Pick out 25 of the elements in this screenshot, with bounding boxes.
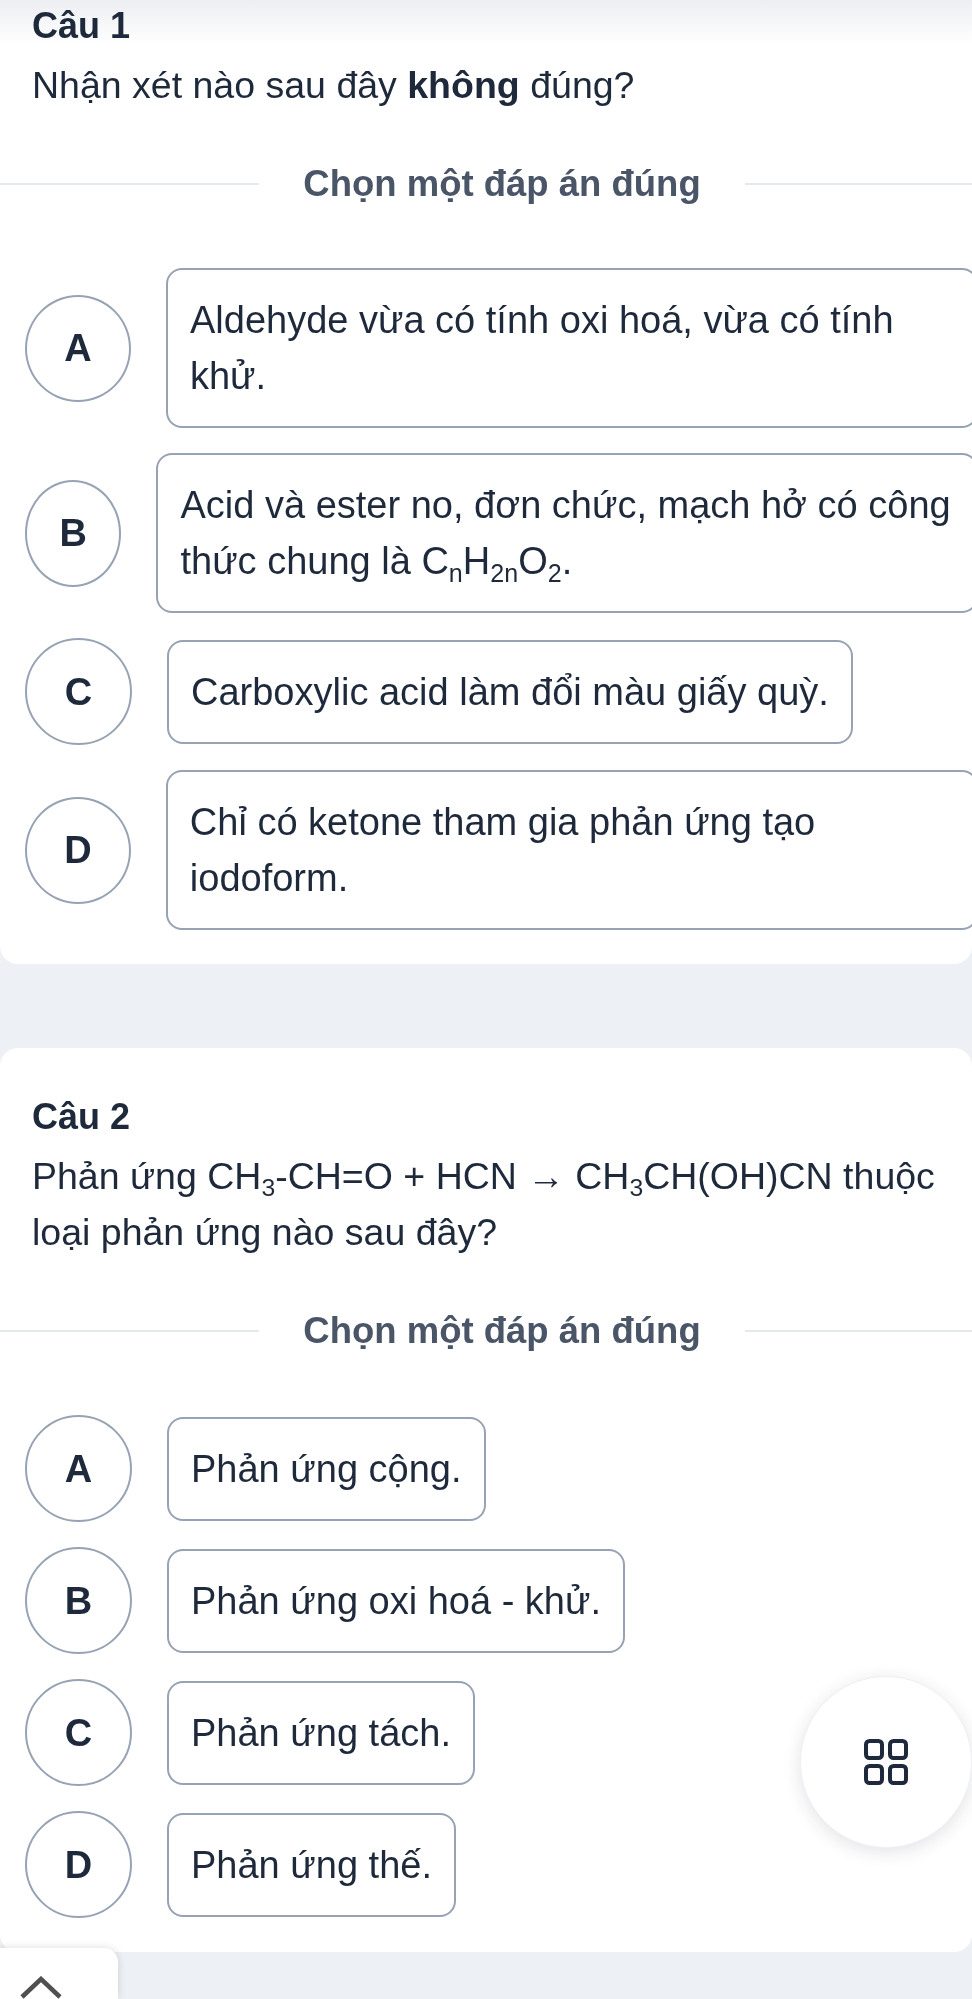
grid-icon xyxy=(864,1739,908,1785)
question-number: Câu 1 xyxy=(32,4,132,48)
answer-option[interactable]: Phản ứng tách. xyxy=(167,1680,475,1785)
option-letter-button[interactable]: D xyxy=(25,1811,132,1918)
option-letter-button[interactable]: A xyxy=(25,1415,132,1522)
instruction-label: Chọn một đáp án đúng xyxy=(302,162,702,206)
option-letter-button[interactable]: A xyxy=(25,294,131,402)
answer-option[interactable]: Chỉ có ketone tham gia phản ứng tạo iodoform. xyxy=(165,770,972,930)
answer-option[interactable]: Phản ứng thế. xyxy=(167,1812,456,1917)
instruction-label: Chọn một đáp án đúng xyxy=(302,1309,702,1353)
expand-panel-tab[interactable] xyxy=(0,1948,118,1999)
answer-option[interactable]: Aldehyde vừa có tính oxi hoá, vừa có tính khử. xyxy=(165,268,972,428)
question-text: Phản ứng CH$_{3}$-CH=O + HCN → CH$_{3}$CH(OH)CN thuộc loại phản ứng nào sau đây? xyxy=(32,1154,936,1255)
chevron-up-icon xyxy=(19,1976,63,1999)
answer-option[interactable]: Acid và ester no, đơn chức, mạch hở có công thức chung là C$_{n}$H$_{2n}$O$_{2}$. xyxy=(156,453,972,613)
answer-option[interactable]: Phản ứng cộng. xyxy=(167,1416,486,1521)
option-letter-button[interactable]: D xyxy=(25,796,131,904)
option-letter-button[interactable]: B xyxy=(25,479,122,587)
option-letter-button[interactable]: C xyxy=(25,638,132,745)
option-letter-button[interactable]: C xyxy=(25,1679,132,1786)
question-text: Nhận xét nào sau đây không đúng? xyxy=(32,63,636,108)
option-letter-button[interactable]: B xyxy=(25,1547,132,1654)
answer-option[interactable]: Phản ứng oxi hoá - khử. xyxy=(167,1548,625,1653)
answer-option[interactable]: Carboxylic acid làm đổi màu giấy quỳ. xyxy=(167,639,853,744)
question-number: Câu 2 xyxy=(32,1095,132,1139)
